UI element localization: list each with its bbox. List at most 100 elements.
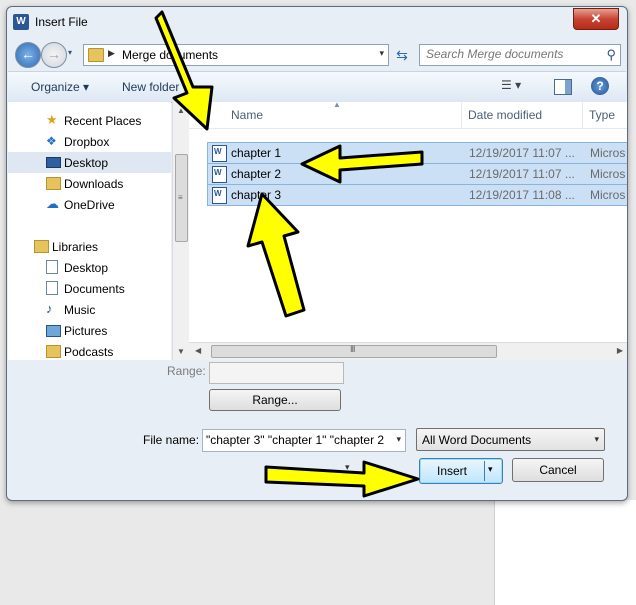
sidebar-item-podcasts[interactable]: Podcasts [8,341,171,360]
folder-icon [46,345,61,358]
column-header-date-modified[interactable]: Date modified [468,108,542,122]
recent-locations-dropdown-icon[interactable]: ▾ [68,48,72,57]
file-name-input[interactable] [203,430,384,449]
file-date-modified: 12/19/2017 11:07 ... [469,167,575,181]
scroll-thumb[interactable]: III [211,344,497,358]
sidebar-item-label: Desktop [64,261,109,275]
sidebar-item-label: Podcasts [64,345,114,359]
word-document-icon [212,145,227,162]
file-type: Micros [590,146,626,160]
insert-file-dialog: W Insert File ✕ ← → ▾ ▶ Merge documents … [6,6,628,501]
file-date-modified: 12/19/2017 11:07 ... [469,146,575,160]
breadcrumb-separator-icon[interactable]: ▶ [108,48,115,59]
file-date-modified: 12/19/2017 11:08 ... [469,188,575,202]
document-icon [46,281,58,295]
sidebar-item-music[interactable]: ♪ Music [8,299,171,320]
sidebar-item-dropbox[interactable]: ❖ Dropbox [8,131,171,152]
word-app-icon: W [13,14,29,30]
insert-button-label[interactable]: Insert [420,464,484,478]
music-icon: ♪ [46,301,53,316]
scroll-thumb[interactable]: ≡ [175,154,188,242]
file-name-field: ▾ [202,429,406,452]
sidebar-item-libraries[interactable]: Libraries [8,236,171,257]
file-list: ▲ Name Date modified Type chapter 1 12/1… [189,102,627,342]
sidebar-item-pictures[interactable]: Pictures [8,320,171,341]
search-icon[interactable]: ⚲ [606,47,616,63]
scroll-down-icon[interactable]: ▼ [177,347,185,356]
scroll-up-icon[interactable]: ▲ [177,106,185,115]
navigation-bar: ← → ▾ ▶ Merge documents ▾ ⇆ ⚲ [7,37,627,71]
range-label: Range: [167,364,206,378]
dialog-title: Insert File [35,15,88,29]
sidebar-item-label: Desktop [64,156,109,170]
navigation-scrollbar[interactable]: ▲ ≡ ▼ [172,102,189,360]
picture-icon [46,325,61,337]
desktop-library-icon [46,260,58,274]
file-name-dropdown-icon[interactable]: ▾ [396,434,401,445]
breadcrumb[interactable]: Merge documents [122,48,218,62]
sidebar-item-label: Documents [64,282,125,296]
split-divider [484,461,485,481]
forward-button[interactable]: → [41,42,67,68]
sidebar-item-label: Recent Places [64,114,142,128]
folder-icon [46,177,61,190]
sidebar-item-label: Downloads [64,177,124,191]
word-document-icon [212,166,227,183]
organize-button[interactable]: Organize ▾ [31,80,89,94]
file-row[interactable]: chapter 1 12/19/2017 11:07 ... Micros [207,142,627,164]
background-document-page [494,500,636,605]
word-document-icon [212,187,227,204]
preview-pane-button[interactable] [554,79,572,95]
column-header-name[interactable]: Name [231,108,263,122]
file-name: chapter 1 [231,146,282,160]
dropbox-icon: ❖ [46,134,57,148]
range-button[interactable]: Range... [209,389,341,411]
grip-icon: ≡ [178,193,183,202]
insert-options-dropdown-icon[interactable]: ▾ [488,464,493,475]
help-icon[interactable]: ? [591,77,609,95]
column-divider[interactable] [582,102,583,128]
address-bar[interactable]: ▶ Merge documents ▾ [83,44,389,66]
refresh-button[interactable]: ⇆ [391,45,413,65]
column-header-type[interactable]: Type [589,108,615,122]
new-folder-button[interactable]: New folder [122,80,179,94]
sidebar-item-onedrive[interactable]: ☁ OneDrive [8,194,171,215]
search-input[interactable] [420,45,598,63]
file-row[interactable]: chapter 3 12/19/2017 11:08 ... Micros [207,184,627,206]
sidebar-item-label: Dropbox [64,135,110,149]
libraries-icon [34,240,49,253]
recent-places-icon: ★ [46,112,58,127]
sidebar-item-label: Libraries [52,240,99,254]
file-type: Micros [590,167,626,181]
file-type: Micros [590,188,626,202]
address-dropdown-icon[interactable]: ▾ [379,48,384,59]
folder-icon [88,48,104,62]
search-box: ⚲ [419,44,621,66]
sidebar-item-desktop[interactable]: Desktop [8,152,171,173]
back-button[interactable]: ← [15,42,41,68]
column-header-row: ▲ Name Date modified Type [189,102,627,129]
sidebar-item-documents[interactable]: Documents [8,278,171,299]
desktop-icon [46,157,61,168]
tools-dropdown-icon[interactable]: ▾ [345,462,350,473]
scroll-left-icon[interactable]: ◀ [195,346,201,355]
sidebar-item-downloads[interactable]: Downloads [8,173,171,194]
grip-icon: III [350,344,355,354]
column-divider[interactable] [461,102,462,128]
sidebar-item-library-desktop[interactable]: Desktop [8,257,171,278]
command-toolbar: Organize ▾ New folder ☰ ▾ ? [8,71,626,103]
file-name: chapter 2 [231,167,282,181]
sidebar-item-recent-places[interactable]: ★ Recent Places [8,110,171,131]
scroll-right-icon[interactable]: ▶ [617,346,623,355]
cancel-button[interactable]: Cancel [512,458,604,482]
file-row[interactable]: chapter 2 12/19/2017 11:07 ... Micros [207,163,627,185]
sort-ascending-icon: ▲ [333,102,341,109]
navigation-pane: ★ Recent Places ❖ Dropbox Desktop Downlo… [8,102,171,360]
file-type-filter-select[interactable]: All Word Documents ▾ [416,428,605,451]
change-view-button[interactable]: ☰ ▾ [501,78,535,96]
cloud-icon: ☁ [46,196,59,211]
sidebar-item-label: Pictures [64,324,108,338]
insert-button[interactable]: Insert ▾ [419,458,503,484]
close-button[interactable]: ✕ [573,8,619,30]
file-list-horizontal-scrollbar[interactable]: ◀ III ▶ [189,342,627,360]
